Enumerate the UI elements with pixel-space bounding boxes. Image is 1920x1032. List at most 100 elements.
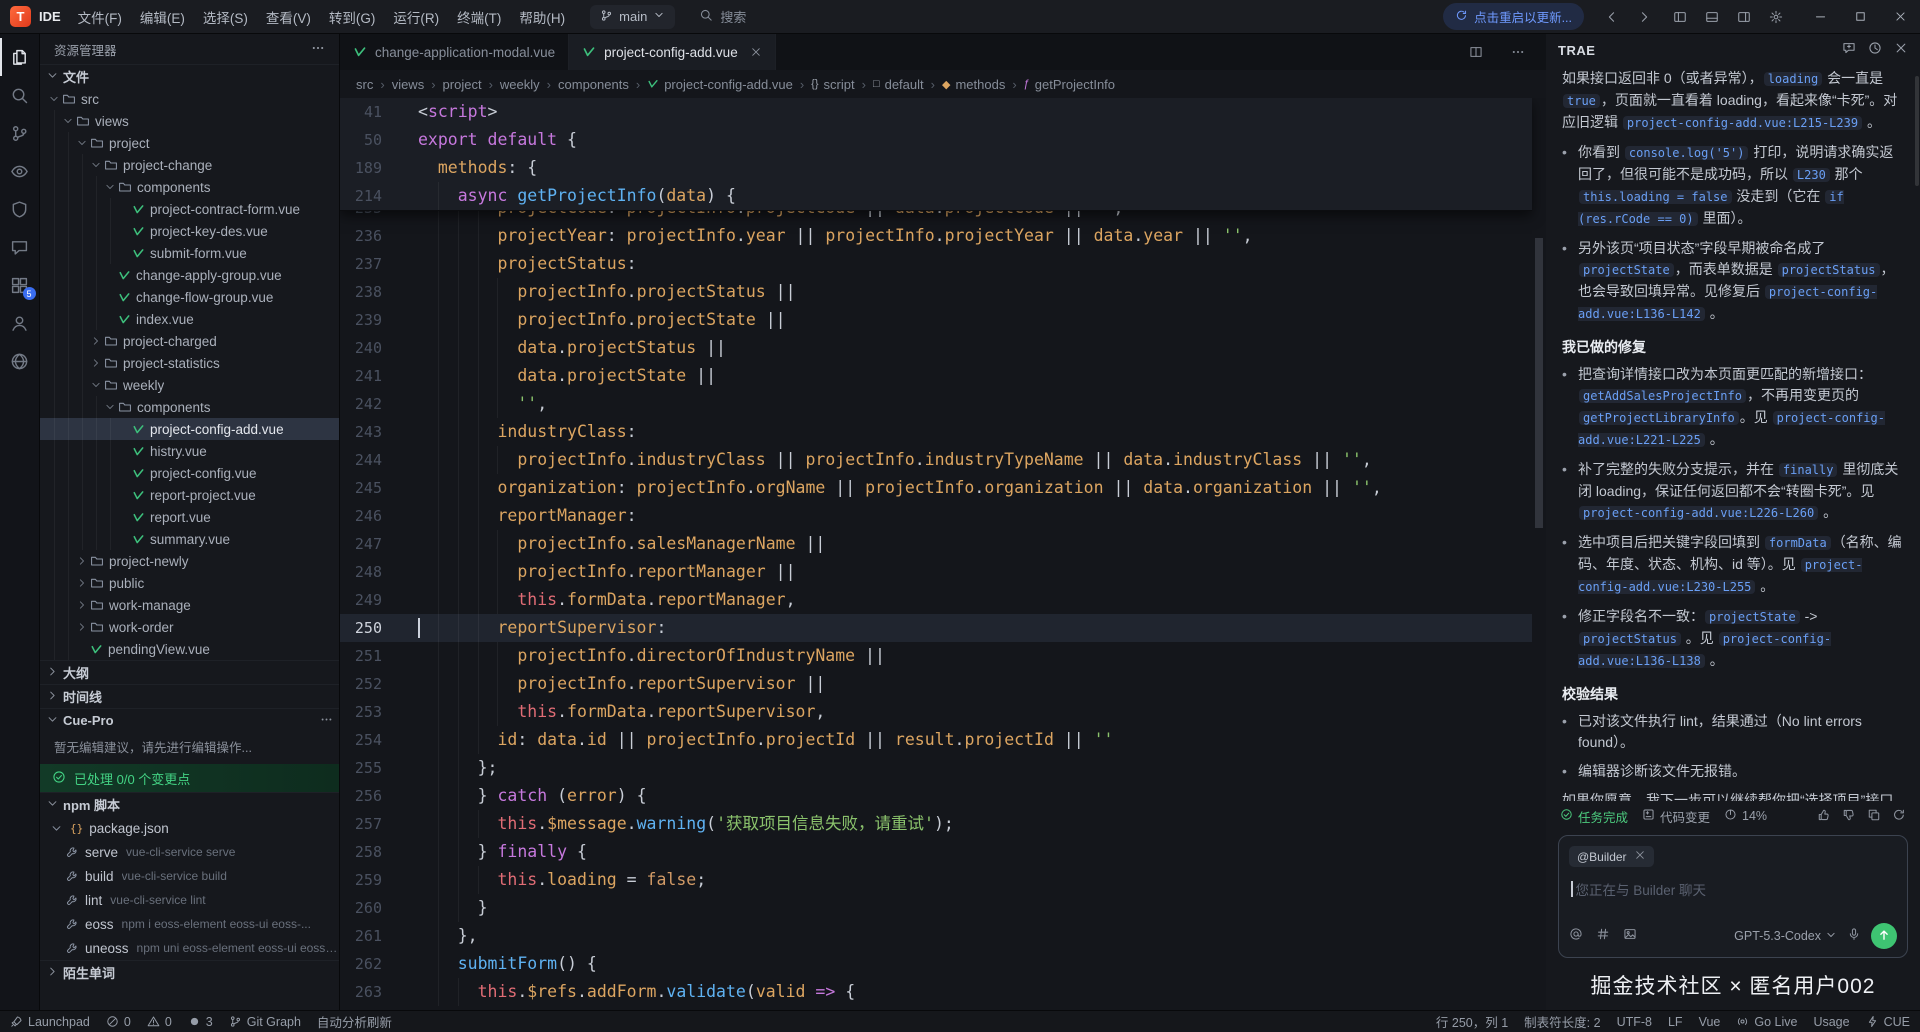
- section-cuepro[interactable]: Cue-Pro: [40, 708, 339, 732]
- statusbar-cue[interactable]: CUE: [1866, 1015, 1910, 1029]
- tree-file-report-project.vue[interactable]: report-project.vue: [40, 484, 339, 506]
- section-outline[interactable]: 大纲: [40, 660, 339, 684]
- code-changes-button[interactable]: 代码变更: [1642, 807, 1710, 826]
- breadcrumb-methods[interactable]: ◆methods: [942, 77, 1005, 92]
- window-close-button[interactable]: [1880, 0, 1920, 34]
- scrollbar-thumb[interactable]: [1535, 238, 1543, 528]
- tree-file-change-apply-group.vue[interactable]: change-apply-group.vue: [40, 264, 339, 286]
- breadcrumb-project-config-add.vue[interactable]: project-config-add.vue: [647, 77, 793, 92]
- activity-preview[interactable]: [0, 152, 40, 190]
- statusbar-encoding[interactable]: UTF-8: [1617, 1015, 1652, 1029]
- statusbar-warnings[interactable]: 0: [147, 1015, 172, 1029]
- tree-folder-work-order[interactable]: work-order: [40, 616, 339, 638]
- newchat-button[interactable]: [1842, 41, 1856, 60]
- thumbup-button[interactable]: [1817, 808, 1831, 825]
- activity-browser[interactable]: [0, 342, 40, 380]
- tree-folder-src[interactable]: src: [40, 88, 339, 110]
- image-button[interactable]: [1623, 927, 1637, 946]
- activity-comments[interactable]: [0, 228, 40, 266]
- tree-file-index.vue[interactable]: index.vue: [40, 308, 339, 330]
- layoutright-button[interactable]: [1730, 3, 1758, 31]
- statusbar-info[interactable]: 3: [188, 1015, 213, 1029]
- activity-extensions[interactable]: 5: [0, 266, 40, 304]
- code-editor[interactable]: 41<script>50export default {189 methods:…: [340, 98, 1546, 1010]
- statusbar-git-graph[interactable]: Git Graph: [229, 1015, 301, 1029]
- statusbar-auto-analyze[interactable]: 自动分析刷新: [317, 1012, 392, 1031]
- statusbar-cursor-position[interactable]: 行 250，列 1: [1436, 1012, 1508, 1031]
- window-maximize-button[interactable]: [1840, 0, 1880, 34]
- tree-file-project-contract-form.vue[interactable]: project-contract-form.vue: [40, 198, 339, 220]
- chat-input-box[interactable]: @Builder 您正在与 Builder 聊天 GPT-5.3-Codex: [1558, 835, 1908, 958]
- statusbar-indentation[interactable]: 制表符长度: 2: [1524, 1012, 1600, 1031]
- activity-source-control[interactable]: [0, 114, 40, 152]
- chat-messages[interactable]: 如果接口返回非 0（或者异常），loading 会一直是 true，页面就一直看…: [1546, 66, 1920, 801]
- breadcrumb-views[interactable]: views: [392, 77, 425, 92]
- section-timeline[interactable]: 时间线: [40, 684, 339, 708]
- global-search[interactable]: 搜索: [689, 3, 756, 30]
- chat-input[interactable]: 您正在与 Builder 聊天: [1571, 879, 1895, 899]
- builder-agent-chip[interactable]: @Builder: [1569, 846, 1654, 867]
- tree-file-project-config-add.vue[interactable]: project-config-add.vue: [40, 418, 339, 440]
- npm-serve[interactable]: servevue-cli-service serve: [40, 840, 339, 864]
- tree-folder-work-manage[interactable]: work-manage: [40, 594, 339, 616]
- tree-file-project-config.vue[interactable]: project-config.vue: [40, 462, 339, 484]
- mic-button[interactable]: [1847, 927, 1861, 946]
- tree-file-report.vue[interactable]: report.vue: [40, 506, 339, 528]
- window-minimize-button[interactable]: [1800, 0, 1840, 34]
- tree-file-histry.vue[interactable]: histry.vue: [40, 440, 339, 462]
- breadcrumb-src[interactable]: src: [356, 77, 373, 92]
- menu-item-2[interactable]: 选择(S): [194, 7, 257, 27]
- tree-folder-project-charged[interactable]: project-charged: [40, 330, 339, 352]
- npm-package.json[interactable]: {}package.json: [40, 816, 339, 840]
- statusbar-go-live[interactable]: Go Live: [1736, 1015, 1797, 1029]
- tree-file-summary.vue[interactable]: summary.vue: [40, 528, 339, 550]
- thumbdown-button[interactable]: [1842, 808, 1856, 825]
- model-selector[interactable]: GPT-5.3-Codex: [1734, 929, 1837, 944]
- tree-folder-components[interactable]: components: [40, 396, 339, 418]
- statusbar-usage[interactable]: Usage: [1813, 1015, 1849, 1029]
- statusbar-errors[interactable]: 0: [106, 1015, 131, 1029]
- menu-item-0[interactable]: 文件(F): [69, 7, 131, 27]
- breadcrumb-components[interactable]: components: [558, 77, 629, 92]
- npm-uneoss[interactable]: uneossnpm uni eoss-element eoss-ui eoss-…: [40, 936, 339, 960]
- activity-debug[interactable]: [0, 190, 40, 228]
- send-button[interactable]: [1871, 923, 1897, 949]
- file-link[interactable]: project-config-add.vue:L226-L260: [1579, 506, 1818, 520]
- history-button[interactable]: [1868, 41, 1882, 60]
- editor-scrollbar[interactable]: [1532, 98, 1546, 1010]
- hash-button[interactable]: [1596, 927, 1610, 946]
- breadcrumb-default[interactable]: □default: [873, 77, 924, 92]
- statusbar-launchpad[interactable]: Launchpad: [10, 1015, 90, 1029]
- split-editor-button[interactable]: [1462, 38, 1490, 66]
- menu-item-3[interactable]: 查看(V): [257, 7, 320, 27]
- branch-selector[interactable]: main: [590, 5, 675, 29]
- tree-folder-weekly[interactable]: weekly: [40, 374, 339, 396]
- tree-folder-project-newly[interactable]: project-newly: [40, 550, 339, 572]
- menu-item-5[interactable]: 运行(R): [384, 7, 448, 27]
- tree-file-change-flow-group.vue[interactable]: change-flow-group.vue: [40, 286, 339, 308]
- tree-file-project-key-des.vue[interactable]: project-key-des.vue: [40, 220, 339, 242]
- gear-button[interactable]: [1762, 3, 1790, 31]
- more-editor-button[interactable]: [1504, 38, 1532, 66]
- section-words[interactable]: 陌生单词: [40, 960, 339, 984]
- tree-folder-public[interactable]: public: [40, 572, 339, 594]
- arrowleft-button[interactable]: [1598, 3, 1626, 31]
- tab-project-config-add.vue[interactable]: project-config-add.vue: [569, 34, 776, 70]
- tree-file-pendingView.vue[interactable]: pendingView.vue: [40, 638, 339, 660]
- statusbar-eol[interactable]: LF: [1668, 1015, 1683, 1029]
- breadcrumb-project[interactable]: project: [443, 77, 482, 92]
- section-npm-scripts[interactable]: npm 脚本: [40, 792, 339, 816]
- statusbar-language-mode[interactable]: Vue: [1699, 1015, 1721, 1029]
- menu-item-6[interactable]: 终端(T): [448, 7, 510, 27]
- at-button[interactable]: [1569, 927, 1583, 946]
- arrowright-button[interactable]: [1630, 3, 1658, 31]
- npm-lint[interactable]: lintvue-cli-service lint: [40, 888, 339, 912]
- activity-explorer[interactable]: [0, 38, 40, 76]
- layoutleft-button[interactable]: [1666, 3, 1694, 31]
- chat-scrollbar-thumb[interactable]: [1915, 76, 1919, 186]
- close-button[interactable]: [1894, 41, 1908, 60]
- tab-close-button[interactable]: [750, 46, 762, 58]
- file-link[interactable]: project-config-add.vue:L215-L239: [1623, 116, 1862, 130]
- tree-folder-project-change[interactable]: project-change: [40, 154, 339, 176]
- npm-build[interactable]: buildvue-cli-service build: [40, 864, 339, 888]
